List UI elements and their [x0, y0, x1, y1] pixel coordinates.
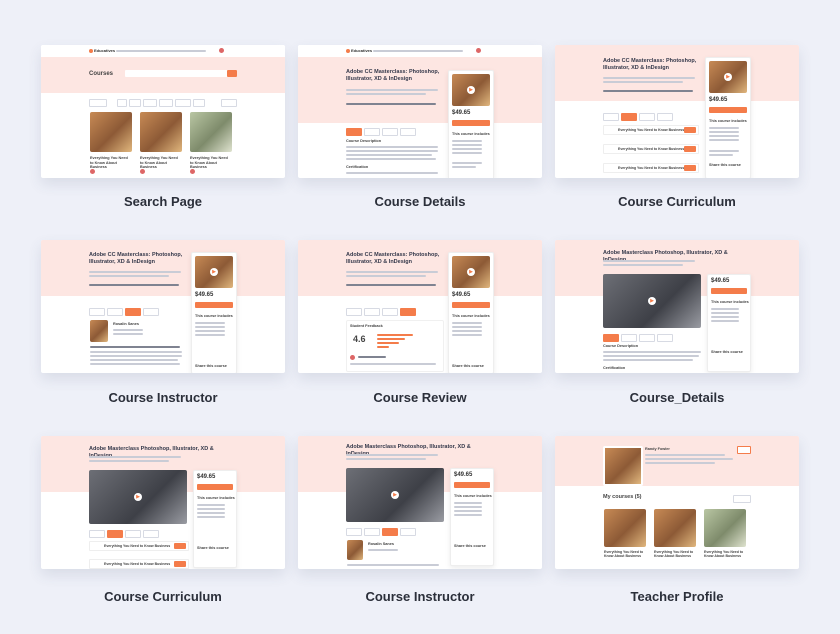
search-page-screen[interactable]: Educatives Courses Everything You Need t…	[41, 45, 285, 178]
my-courses-heading: My courses (5)	[603, 494, 642, 500]
course-card-image[interactable]	[140, 112, 182, 152]
course-instructor-alt-screen[interactable]: Adobe Masterclass Photoshop, Illustrator…	[298, 436, 542, 569]
avatar	[219, 48, 224, 53]
search-button[interactable]	[227, 70, 237, 77]
caption-course-curriculum-alt: Course Curriculum	[104, 589, 222, 604]
course-card-image[interactable]	[90, 112, 132, 152]
lesson-row[interactable]: Everything You Need to Know Business	[603, 144, 699, 154]
page-title: Courses	[89, 71, 114, 77]
course-card-image[interactable]	[190, 112, 232, 152]
feedback-panel: Student Feedback 4.6	[346, 320, 444, 372]
caption-course-curriculum: Course Curriculum	[618, 194, 736, 209]
course-instructor-screen[interactable]: Adobe CC Masterclass: Photoshop, Illustr…	[41, 240, 285, 373]
caption-course-details-alt: Course_Details	[629, 390, 725, 405]
course-details-alt-screen[interactable]: Adobe Masterclass Photoshop, Illustrator…	[555, 240, 799, 373]
course-curriculum-screen[interactable]: Adobe CC Masterclass: Photoshop, Illustr…	[555, 45, 799, 178]
screens-grid: Educatives Courses Everything You Need t…	[0, 0, 840, 634]
rating-value: 4.6	[353, 334, 366, 344]
teacher-profile-screen[interactable]: Randy Fowler My courses (5) Everything Y…	[555, 436, 799, 569]
course-review-screen[interactable]: Adobe CC Masterclass: Photoshop, Illustr…	[298, 240, 542, 373]
search-input[interactable]	[125, 70, 237, 77]
course-details-screen[interactable]: Educatives Adobe CC Masterclass: Photosh…	[298, 45, 542, 178]
caption-course-instructor: Course Instructor	[108, 390, 218, 405]
course-title: Adobe CC Masterclass: Photoshop, Illustr…	[346, 69, 440, 82]
course-curriculum-alt-screen[interactable]: Adobe Masterclass Photoshop, Illustrator…	[41, 436, 285, 569]
caption-course-details: Course Details	[374, 194, 466, 209]
search-hero: Courses	[41, 57, 285, 93]
instructor-name: Rosalin Sanes	[113, 322, 139, 326]
course-video[interactable]: ▶	[603, 274, 701, 328]
lesson-row[interactable]: Everything You Need to Know Business	[603, 125, 699, 135]
instructor-photo	[90, 320, 108, 342]
logo: Educatives	[89, 48, 115, 53]
caption-search-page: Search Page	[123, 194, 203, 209]
purchase-sidebar: ▶ $49.65 This course includes	[448, 70, 494, 178]
buy-button[interactable]	[452, 120, 490, 126]
caption-teacher-profile: Teacher Profile	[630, 589, 724, 604]
lesson-row[interactable]: Everything You Need to Know Business	[603, 163, 699, 173]
filter-dropdown[interactable]	[89, 99, 107, 107]
teacher-name: Randy Fowler	[645, 447, 670, 451]
teacher-photo	[603, 446, 643, 486]
caption-course-review: Course Review	[373, 390, 467, 405]
caption-course-instructor-alt: Course Instructor	[365, 589, 475, 604]
follow-button[interactable]	[737, 446, 751, 454]
